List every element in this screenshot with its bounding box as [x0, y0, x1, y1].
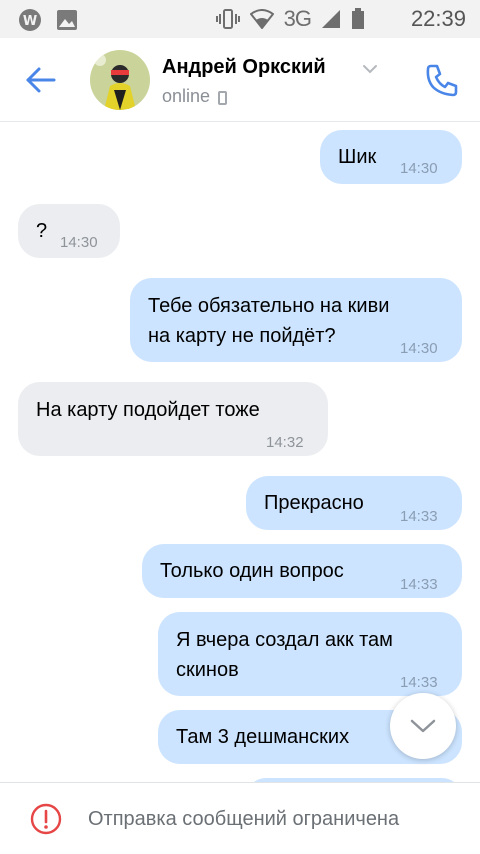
message-bubble-outgoing[interactable]: Тебе обязательно на киви на карту не пой…: [130, 278, 462, 362]
app-notification-icon: W: [19, 9, 41, 31]
clock: 22:39: [410, 6, 466, 31]
message-time: 14:30: [400, 340, 438, 357]
svg-text:W: W: [23, 14, 37, 29]
mobile-device-icon: [218, 90, 228, 105]
message-time: 14:30: [60, 234, 98, 251]
online-status-text: online: [162, 86, 211, 106]
message-time: 14:33: [400, 508, 438, 525]
message-text: Шик: [338, 146, 377, 168]
status-bar-notifications: W: [18, 8, 78, 32]
avatar[interactable]: [90, 50, 150, 110]
back-arrow-icon[interactable]: [20, 60, 60, 100]
message-list[interactable]: Шик 14:30 ? 14:30 Тебе обязательно на ки…: [0, 122, 480, 782]
phone-call-icon[interactable]: [420, 58, 464, 102]
signal-icon: [321, 10, 340, 28]
status-bar: W 3G 22:39: [0, 0, 480, 38]
image-notification-icon: [57, 10, 77, 30]
message-text: Тебе обязательно на киви: [148, 295, 390, 317]
message-time: 14:33: [400, 576, 438, 593]
message-text: Там 3 дешманских: [176, 726, 350, 748]
message-bubble-outgoing[interactable]: Только один вопрос 14:33: [142, 544, 462, 598]
composer-restricted-bar: Отправка сообщений ограничена: [0, 782, 480, 854]
battery-icon: [351, 8, 364, 29]
chevron-down-icon: [410, 719, 436, 733]
message-text: На карту подойдет тоже: [36, 399, 260, 421]
message-bubble-outgoing[interactable]: Я вчера создал акк там скинов 14:33: [158, 612, 462, 696]
message-bubble-incoming[interactable]: ? 14:30: [18, 204, 120, 258]
message-text: Я вчера создал акк там: [176, 629, 393, 651]
message-text: скинов: [176, 659, 239, 681]
scroll-to-bottom-button[interactable]: [390, 693, 456, 759]
message-text: Только один вопрос: [160, 560, 344, 582]
chat-header: Андрей Оркский online: [0, 38, 480, 122]
peer-status: online: [162, 86, 228, 107]
wifi-icon: [249, 9, 274, 29]
peer-name[interactable]: Андрей Оркский: [162, 56, 326, 79]
message-bubble-incoming[interactable]: На карту подойдет тоже 14:32: [18, 382, 328, 456]
message-bubble-outgoing[interactable]: Шик 14:30: [320, 130, 462, 184]
message-time: 14:30: [400, 160, 438, 177]
vibrate-icon: [215, 9, 240, 29]
message-text: на карту не пойдёт?: [148, 325, 336, 347]
chevron-down-icon[interactable]: [362, 64, 378, 74]
message-text: ?: [36, 220, 48, 242]
message-text: Прекрасно: [264, 492, 364, 514]
message-time: 14:32: [266, 434, 304, 451]
message-bubble-outgoing[interactable]: Прекрасно 14:33: [246, 476, 462, 530]
network-type: 3G: [283, 6, 312, 31]
warning-icon: [30, 803, 62, 835]
messaging-restricted-text: Отправка сообщений ограничена: [88, 808, 400, 830]
status-bar-system: 3G 22:39: [215, 6, 466, 32]
